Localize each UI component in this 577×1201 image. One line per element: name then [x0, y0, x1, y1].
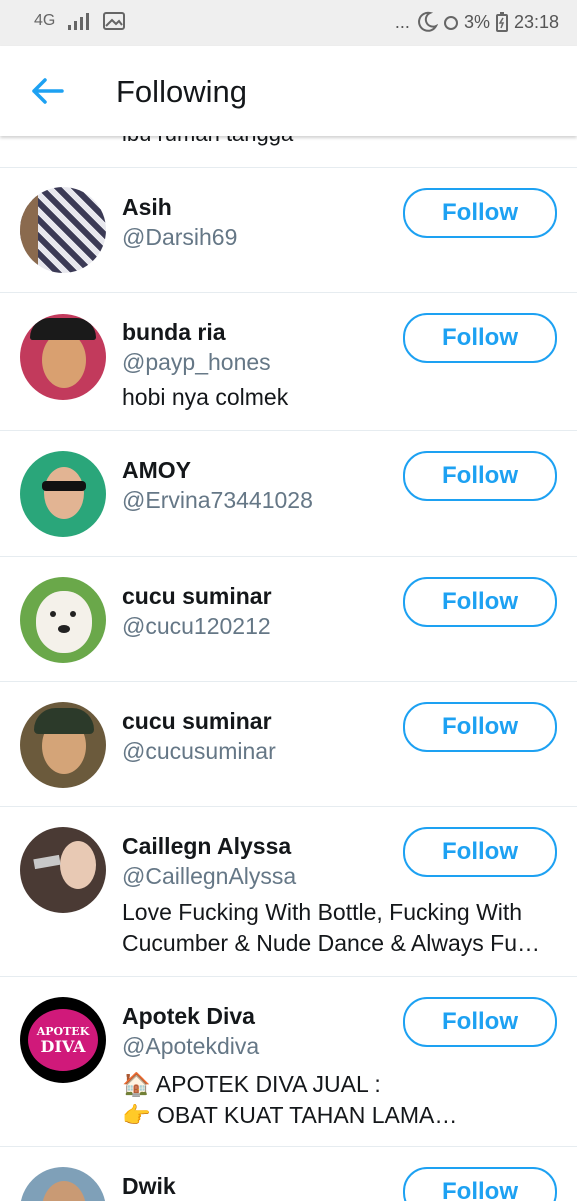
- user-bio: hobi nya colmek: [122, 384, 289, 410]
- follow-button[interactable]: Follow: [403, 827, 557, 877]
- avatar[interactable]: [20, 451, 106, 537]
- user-name[interactable]: Asih: [122, 194, 172, 221]
- user-handle[interactable]: @CaillegnAlyssa: [122, 863, 296, 890]
- user-handle[interactable]: @Ervina73441028: [122, 487, 313, 514]
- avatar[interactable]: [20, 827, 106, 913]
- user-bio: Love Fucking With Bottle, Fucking With C…: [122, 899, 541, 956]
- follow-button[interactable]: Follow: [403, 702, 557, 752]
- user-row[interactable]: bunda ria @payp_hones hobi nya colmek Fo…: [0, 292, 577, 431]
- user-handle[interactable]: @Apotekdiva: [122, 1033, 259, 1060]
- user-name[interactable]: AMOY: [122, 457, 191, 484]
- user-name[interactable]: cucu suminar: [122, 708, 272, 735]
- user-name[interactable]: cucu suminar: [122, 583, 272, 610]
- back-arrow-icon[interactable]: [30, 75, 66, 107]
- user-name[interactable]: Apotek Diva: [122, 1003, 255, 1030]
- user-name[interactable]: Dwik: [122, 1173, 176, 1200]
- following-list: ibu rumah tangga Asih @Darsih69 Follow b…: [0, 0, 577, 1201]
- avatar[interactable]: [20, 577, 106, 663]
- avatar[interactable]: [20, 1167, 106, 1201]
- app-bar: Following: [0, 46, 577, 136]
- follow-button[interactable]: Follow: [403, 1167, 557, 1201]
- avatar[interactable]: [20, 314, 106, 400]
- logo-text-apotek: APOTEK: [36, 1024, 90, 1038]
- user-row[interactable]: cucu suminar @cucu120212 Follow: [0, 556, 577, 682]
- follow-button[interactable]: Follow: [403, 451, 557, 501]
- user-row[interactable]: Asih @Darsih69 Follow: [0, 167, 577, 293]
- follow-button[interactable]: Follow: [403, 997, 557, 1047]
- avatar[interactable]: [20, 187, 106, 273]
- avatar-logo: APOTEK DIVA: [28, 1009, 98, 1071]
- follow-button[interactable]: Follow: [403, 313, 557, 363]
- avatar[interactable]: APOTEK DIVA: [20, 997, 106, 1083]
- user-bio-line-1: 🏠 APOTEK DIVA JUAL :: [122, 1071, 381, 1097]
- user-handle[interactable]: @Darsih69: [122, 224, 237, 251]
- user-row[interactable]: Dwik Follow: [0, 1146, 577, 1201]
- user-row[interactable]: cucu suminar @cucusuminar Follow: [0, 681, 577, 807]
- user-handle[interactable]: @payp_hones: [122, 349, 271, 376]
- follow-button[interactable]: Follow: [403, 577, 557, 627]
- user-handle[interactable]: @cucu120212: [122, 613, 271, 640]
- user-name[interactable]: Caillegn Alyssa: [122, 833, 291, 860]
- user-row[interactable]: AMOY @Ervina73441028 Follow: [0, 430, 577, 556]
- user-bio-line-2: 👉 OBAT KUAT TAHAN LAMA…: [122, 1102, 458, 1128]
- page-title: Following: [116, 74, 247, 109]
- follow-button[interactable]: Follow: [403, 188, 557, 238]
- user-handle[interactable]: @cucusuminar: [122, 738, 276, 765]
- user-row[interactable]: APOTEK DIVA Apotek Diva @Apotekdiva 🏠 AP…: [0, 976, 577, 1147]
- logo-text-diva: DIVA: [40, 1036, 86, 1056]
- user-row[interactable]: Caillegn Alyssa @CaillegnAlyssa Love Fuc…: [0, 806, 577, 977]
- user-name[interactable]: bunda ria: [122, 319, 226, 346]
- avatar[interactable]: [20, 702, 106, 788]
